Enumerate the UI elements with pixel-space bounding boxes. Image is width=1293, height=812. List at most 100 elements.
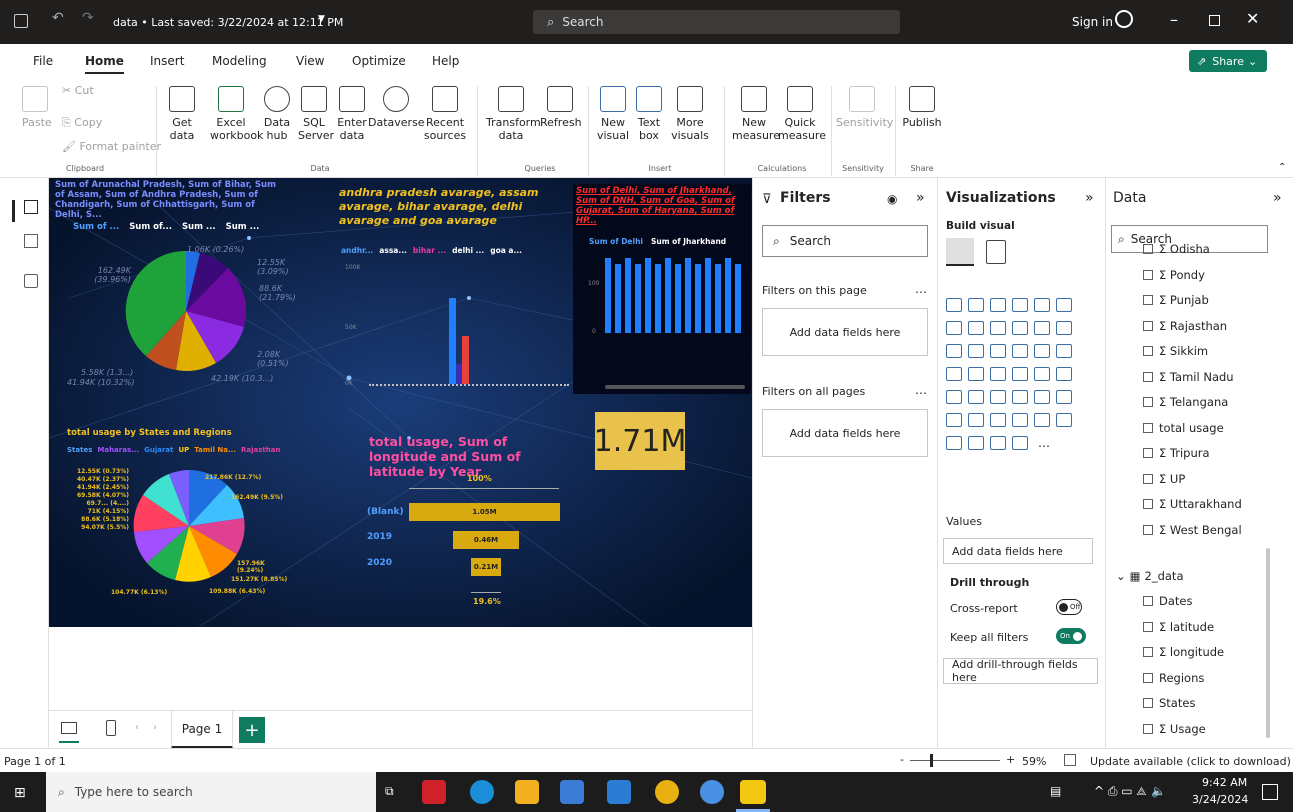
col1-bar[interactable] xyxy=(715,264,721,333)
chrome-icon[interactable] xyxy=(655,780,679,804)
cut-button[interactable]: ✂ Cut xyxy=(62,84,94,97)
zoom-slider[interactable] xyxy=(910,760,1000,761)
kpi-card[interactable]: 1.71M xyxy=(594,412,686,470)
more-options-icon[interactable]: … xyxy=(915,383,927,397)
visual-type-icon[interactable] xyxy=(990,344,1006,358)
data-field[interactable]: Σ Tamil Nadu xyxy=(1143,370,1234,384)
format-painter-button[interactable]: 🖌 Format painter xyxy=(62,140,161,153)
visual-type-icon[interactable] xyxy=(968,321,984,335)
visual-type-icon[interactable] xyxy=(990,321,1006,335)
model-view-icon[interactable] xyxy=(24,274,38,288)
enter-data-button[interactable]: Enter data xyxy=(335,86,369,142)
chrome-profile-icon[interactable] xyxy=(700,780,724,804)
publish-button[interactable]: Publish xyxy=(902,86,942,129)
checkbox[interactable] xyxy=(1143,346,1153,356)
visual-type-icon[interactable] xyxy=(1012,344,1028,358)
bar1-bar[interactable] xyxy=(449,298,456,384)
filters-page-dropzone[interactable]: Add data fields here xyxy=(762,308,928,356)
visual-type-icon[interactable] xyxy=(1012,413,1028,427)
update-notice[interactable]: Update available (click to download) xyxy=(1090,755,1291,768)
windows-start-icon[interactable]: ⊞ xyxy=(14,785,26,801)
data-field[interactable]: Regions xyxy=(1143,671,1204,685)
mail-icon[interactable] xyxy=(607,780,631,804)
clock-time[interactable]: 9:42 AM xyxy=(1202,776,1247,789)
menu-modeling[interactable]: Modeling xyxy=(212,54,267,68)
visual-type-icon[interactable] xyxy=(1034,367,1050,381)
checkbox[interactable] xyxy=(1143,448,1153,458)
col1-bar[interactable] xyxy=(725,258,731,333)
visual-type-icon[interactable] xyxy=(968,390,984,404)
cross-report-toggle[interactable]: Off xyxy=(1056,599,1082,615)
taskbar-search[interactable]: ⌕ Type here to search xyxy=(46,772,376,812)
new-visual-button[interactable]: New visual xyxy=(596,86,630,142)
checkbox[interactable] xyxy=(1143,320,1153,331)
more-visuals-button[interactable]: More visuals xyxy=(668,86,712,142)
quick-measure-button[interactable]: Quick measure xyxy=(778,86,826,142)
visual-type-icon[interactable] xyxy=(990,298,1006,312)
checkbox[interactable] xyxy=(1143,295,1153,305)
visual-type-icon[interactable] xyxy=(1034,413,1050,427)
more-visuals-icon[interactable]: … xyxy=(1038,436,1050,450)
visual-type-icon[interactable] xyxy=(1056,413,1072,427)
keep-filters-toggle[interactable]: On xyxy=(1056,628,1086,644)
copy-button[interactable]: ⎘ Copy xyxy=(62,116,102,129)
zoom-in-icon[interactable]: + xyxy=(1006,753,1015,766)
data-field[interactable]: total usage xyxy=(1143,421,1224,435)
zoom-out-icon[interactable]: - xyxy=(900,753,904,766)
checkbox[interactable] xyxy=(1143,621,1153,632)
checkbox[interactable] xyxy=(1143,524,1153,535)
pie2-legend[interactable]: States Maharas... Gujarat UP Tamil Na...… xyxy=(67,446,280,454)
col1-bar[interactable] xyxy=(615,264,621,333)
menu-insert[interactable]: Insert xyxy=(150,54,184,68)
checkbox[interactable] xyxy=(1143,672,1153,683)
powerbi-icon[interactable] xyxy=(740,780,766,804)
fit-page-icon[interactable] xyxy=(1064,754,1076,766)
data-field[interactable]: Σ latitude xyxy=(1143,620,1214,634)
text-box-button[interactable]: Text box xyxy=(634,86,664,142)
save-icon[interactable] xyxy=(14,14,28,28)
next-page-icon[interactable]: › xyxy=(153,722,157,733)
data-field[interactable]: Σ Telangana xyxy=(1143,395,1228,409)
visual-type-icon[interactable] xyxy=(946,367,962,381)
visual-type-icon[interactable] xyxy=(990,413,1006,427)
sign-in-link[interactable]: Sign in xyxy=(1072,15,1113,29)
mobile-layout-icon[interactable] xyxy=(106,720,116,736)
redo-icon[interactable]: ↷ xyxy=(82,10,94,26)
data-field[interactable]: Σ Rajasthan xyxy=(1143,319,1227,333)
visual-type-icon[interactable] xyxy=(968,344,984,358)
visual-type-icon[interactable] xyxy=(1012,367,1028,381)
col1-bar[interactable] xyxy=(705,258,711,333)
prev-page-icon[interactable]: ‹ xyxy=(135,722,139,733)
visual-type-icon[interactable] xyxy=(946,390,962,404)
checkbox[interactable] xyxy=(1143,422,1153,433)
col1-bar[interactable] xyxy=(695,264,701,333)
filters-search-input[interactable]: ⌕ Search xyxy=(762,225,928,257)
data-field[interactable]: States xyxy=(1143,696,1195,710)
col1-bar[interactable] xyxy=(675,264,681,333)
funnel-bar[interactable]: 1.05M xyxy=(409,503,560,521)
visual-type-icon[interactable] xyxy=(946,298,962,312)
restore-icon[interactable] xyxy=(1209,15,1220,26)
data-scrollbar[interactable] xyxy=(1266,548,1270,738)
data-field[interactable]: Σ Sikkim xyxy=(1143,344,1208,358)
visual-type-icon[interactable] xyxy=(1034,298,1050,312)
zoom-thumb[interactable] xyxy=(930,754,933,767)
task-view-icon[interactable]: ⧉ xyxy=(385,784,394,799)
visual-type-icon[interactable] xyxy=(990,390,1006,404)
file-explorer-icon[interactable] xyxy=(515,780,539,804)
document-title[interactable]: data • Last saved: 3/22/2024 at 12:11 PM xyxy=(113,16,343,29)
visual-type-icon[interactable] xyxy=(1056,344,1072,358)
eye-icon[interactable]: ◉ xyxy=(887,192,897,206)
visual-type-icon[interactable] xyxy=(1012,298,1028,312)
chevron-down-icon[interactable]: ▼ xyxy=(318,14,325,24)
sql-button[interactable]: SQL Server xyxy=(298,86,334,142)
checkbox[interactable] xyxy=(1143,371,1153,382)
visual-type-icon[interactable] xyxy=(1012,436,1028,450)
pie2-chart[interactable] xyxy=(129,466,249,586)
desktop-layout-icon[interactable] xyxy=(61,722,77,734)
report-view-icon[interactable] xyxy=(24,200,38,214)
edge-icon[interactable] xyxy=(470,780,494,804)
visual-type-icon[interactable] xyxy=(990,367,1006,381)
col1-bar[interactable] xyxy=(665,258,671,333)
table-view-icon[interactable] xyxy=(24,234,38,248)
